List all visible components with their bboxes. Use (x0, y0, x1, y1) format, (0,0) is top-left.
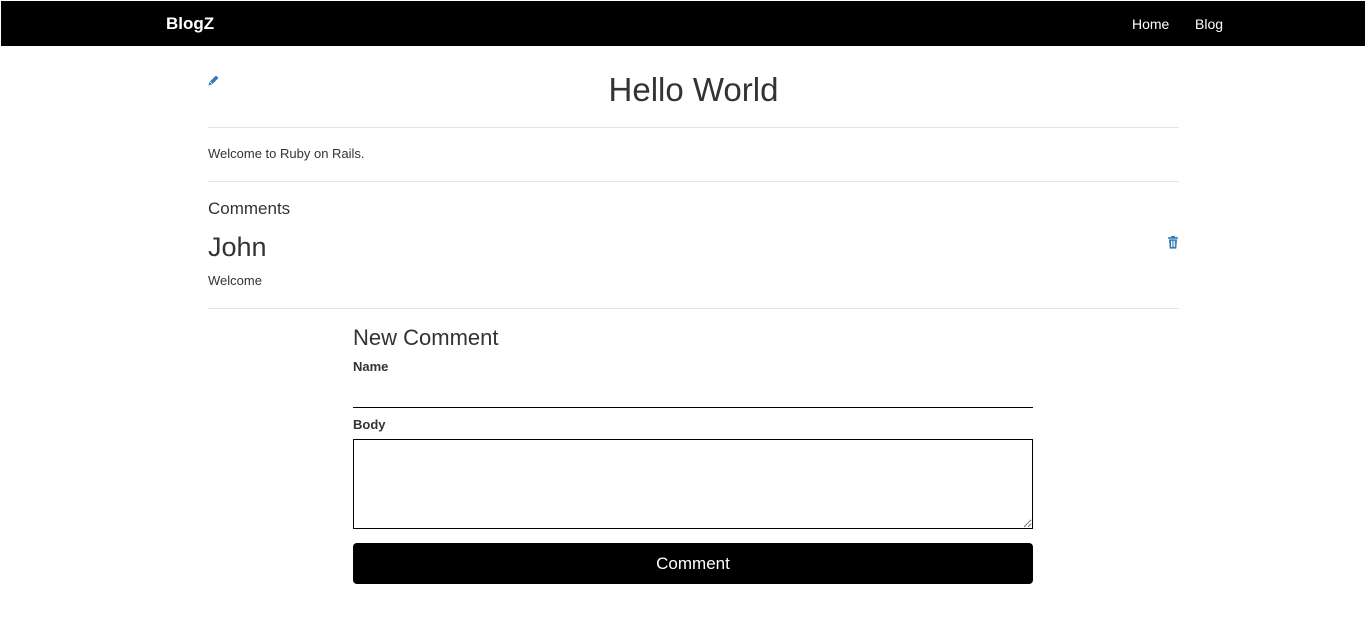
nav-link-blog[interactable]: Blog (1195, 16, 1223, 32)
nav-link-home[interactable]: Home (1132, 16, 1169, 32)
comment-submit-button[interactable]: Comment (353, 543, 1033, 584)
name-label: Name (353, 359, 389, 374)
divider (208, 308, 1179, 309)
name-input[interactable] (353, 381, 1033, 408)
new-comment-heading: New Comment (353, 325, 499, 350)
comments-heading: Comments (208, 199, 291, 218)
body-label: Body (353, 417, 386, 432)
divider (208, 181, 1179, 182)
post-body: Welcome to Ruby on Rails. (208, 146, 365, 161)
post-title: Hello World (608, 71, 779, 108)
body-textarea[interactable] (353, 439, 1033, 529)
comment-author: John (208, 232, 267, 262)
divider (208, 127, 1179, 128)
comment-body: Welcome (208, 273, 262, 288)
navbar: BlogZ Home Blog (1, 1, 1365, 46)
brand-link[interactable]: BlogZ (166, 14, 214, 34)
trash-icon[interactable] (1167, 236, 1179, 249)
